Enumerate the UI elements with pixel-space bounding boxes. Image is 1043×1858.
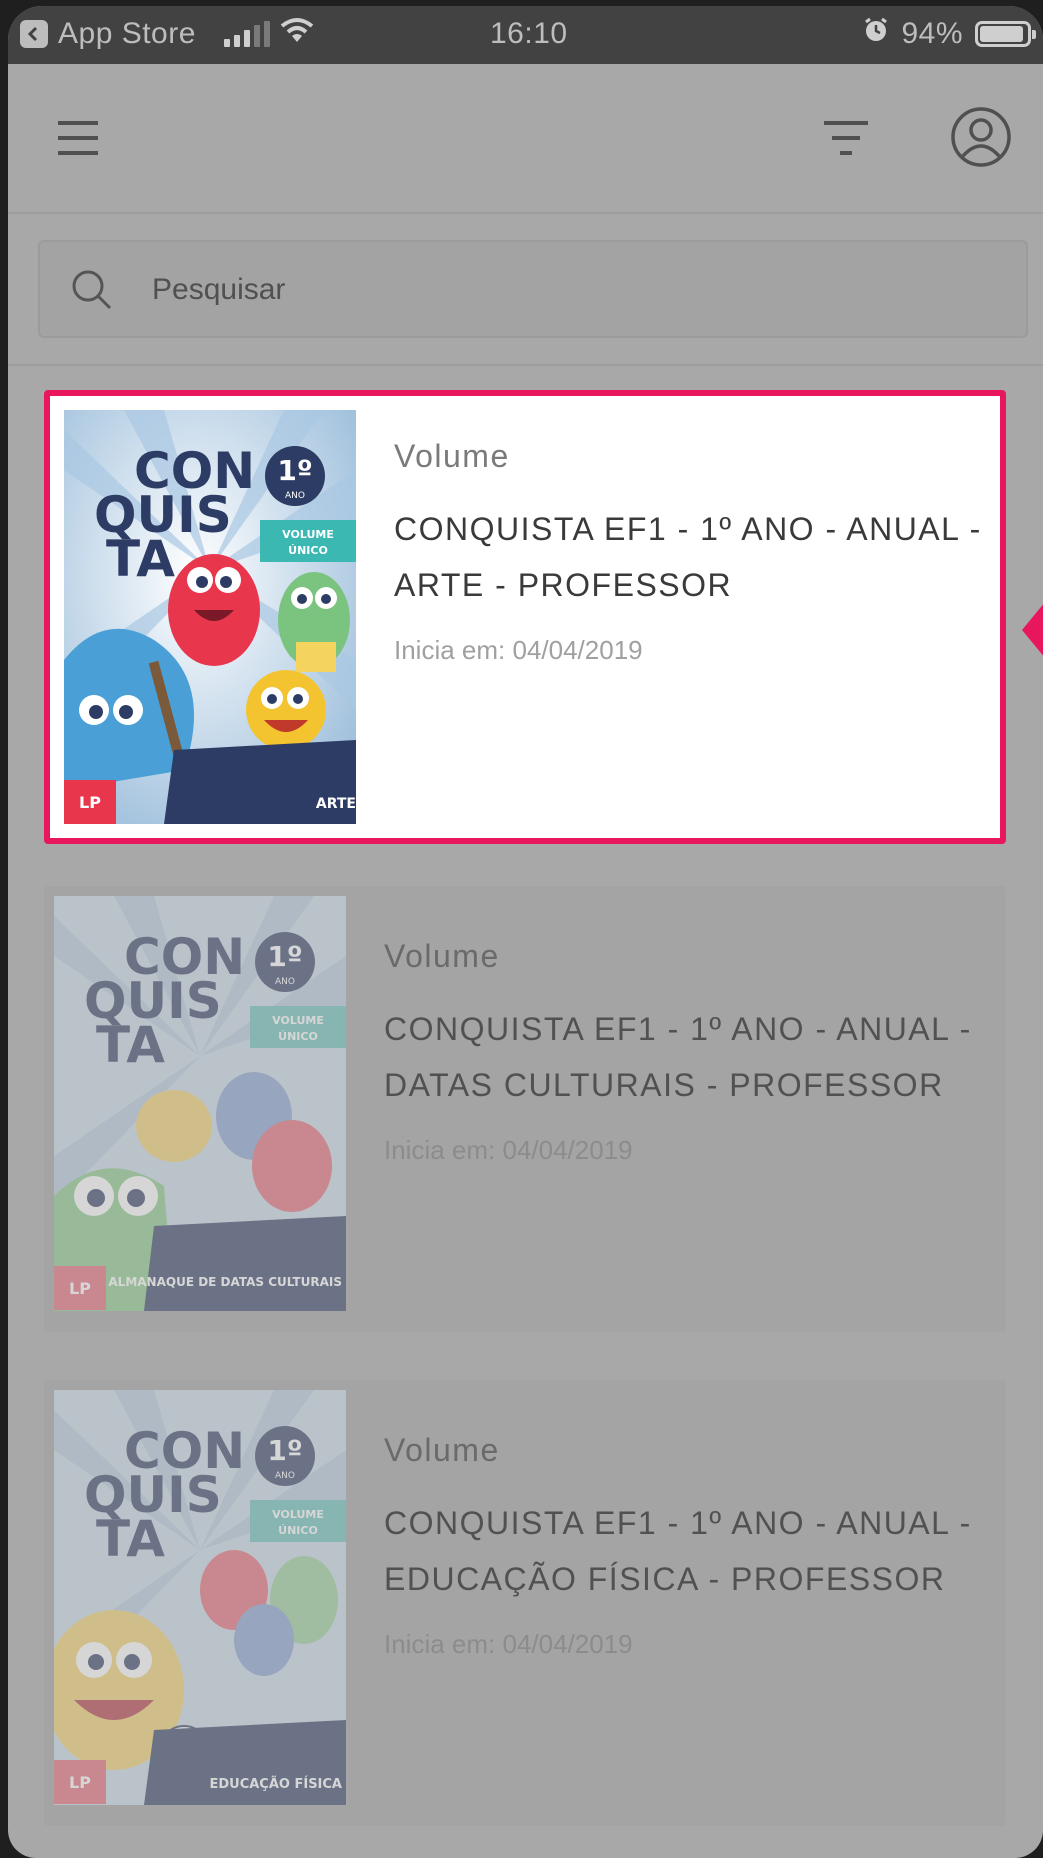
item-kind: Volume: [384, 1432, 500, 1468]
status-bar: App Store 16:10 94%: [8, 6, 1043, 64]
cover-grade-label: ANO: [285, 491, 305, 501]
svg-text:VOLUME: VOLUME: [282, 528, 334, 541]
card-text: Volume CONQUISTA EF1 - 1º ANO - ANUAL - …: [384, 1432, 984, 1660]
item-date: Inicia em: 04/04/2019: [394, 635, 643, 665]
status-right: 94%: [863, 17, 1036, 51]
svg-text:ÚNICO: ÚNICO: [288, 544, 328, 557]
search-box[interactable]: [38, 240, 1028, 338]
chevron-left-icon[interactable]: [20, 20, 48, 48]
profile-icon: [951, 107, 1011, 167]
wifi-icon: [280, 17, 314, 51]
menu-button[interactable]: [48, 108, 108, 168]
battery-percent: 94%: [901, 17, 963, 50]
cover-grade-label: ANO: [275, 977, 295, 987]
item-title: CONQUISTA EF1 - 1º ANO - ANUAL - EDUCAÇÃ…: [384, 1505, 972, 1597]
svg-text:TA: TA: [96, 1510, 165, 1568]
status-left: App Store: [20, 17, 314, 51]
cover-subject: ARTE: [316, 796, 356, 812]
svg-text:TA: TA: [106, 530, 175, 588]
menu-icon: [58, 121, 98, 155]
item-title: CONQUISTA EF1 - 1º ANO - ANUAL - DATAS C…: [384, 1011, 972, 1103]
cover-subject: EDUCAÇÃO FÍSICA: [209, 1776, 342, 1792]
item-kind: Volume: [384, 938, 500, 974]
list-item[interactable]: CON QUIS TA 1º ANO VOLUME ÚNICO LP EDUCA…: [44, 1380, 1006, 1826]
cover-grade-label: ANO: [275, 1471, 295, 1481]
svg-text:VOLUME: VOLUME: [272, 1014, 324, 1027]
filter-icon: [824, 121, 868, 155]
list-item[interactable]: CON QUIS TA 1º ANO VOLUME ÚNICO LP ARTE …: [44, 390, 1006, 844]
svg-text:ÚNICO: ÚNICO: [278, 1030, 318, 1043]
svg-text:ÚNICO: ÚNICO: [278, 1524, 318, 1537]
item-date: Inicia em: 04/04/2019: [384, 1135, 633, 1165]
highlight-pointer: [1022, 596, 1043, 664]
svg-text:TA: TA: [96, 1016, 165, 1074]
search-section: [8, 214, 1043, 366]
back-app-label[interactable]: App Store: [58, 17, 196, 51]
item-date: Inicia em: 04/04/2019: [384, 1629, 633, 1659]
cover-grade: 1º: [277, 454, 312, 487]
cover-brand: LP: [69, 1773, 91, 1792]
app-screen: App Store 16:10 94% Pesquisar CON QUIS T…: [8, 6, 1043, 1858]
search-input[interactable]: [150, 264, 994, 316]
cover-grade: 1º: [267, 1434, 302, 1467]
book-cover: CON QUIS TA 1º ANO VOLUME ÚNICO LP ARTE: [64, 410, 356, 824]
svg-text:VOLUME: VOLUME: [272, 1508, 324, 1521]
filter-button[interactable]: [816, 108, 876, 168]
card-text: Volume CONQUISTA EF1 - 1º ANO - ANUAL - …: [394, 438, 994, 666]
book-cover: CON QUIS TA 1º ANO VOLUME ÚNICO LP ALMAN…: [54, 896, 346, 1311]
signal-icon: [223, 21, 270, 47]
cover-brand: LP: [79, 793, 101, 812]
search-icon: [72, 270, 112, 310]
cover-grade: 1º: [267, 940, 302, 973]
cover-subject: ALMANAQUE DE DATAS CULTURAIS: [108, 1275, 342, 1289]
app-bar: [8, 64, 1043, 214]
book-cover: CON QUIS TA 1º ANO VOLUME ÚNICO LP EDUCA…: [54, 1390, 346, 1805]
status-time: 16:10: [490, 17, 568, 50]
list-item[interactable]: CON QUIS TA 1º ANO VOLUME ÚNICO LP ALMAN…: [44, 886, 1006, 1332]
card-text: Volume CONQUISTA EF1 - 1º ANO - ANUAL - …: [384, 938, 984, 1166]
alarm-icon: [863, 17, 889, 51]
item-kind: Volume: [394, 438, 510, 474]
item-title: CONQUISTA EF1 - 1º ANO - ANUAL - ARTE - …: [394, 511, 982, 603]
profile-button[interactable]: [948, 104, 1014, 170]
cover-brand: LP: [69, 1279, 91, 1298]
battery-icon: [975, 21, 1036, 47]
